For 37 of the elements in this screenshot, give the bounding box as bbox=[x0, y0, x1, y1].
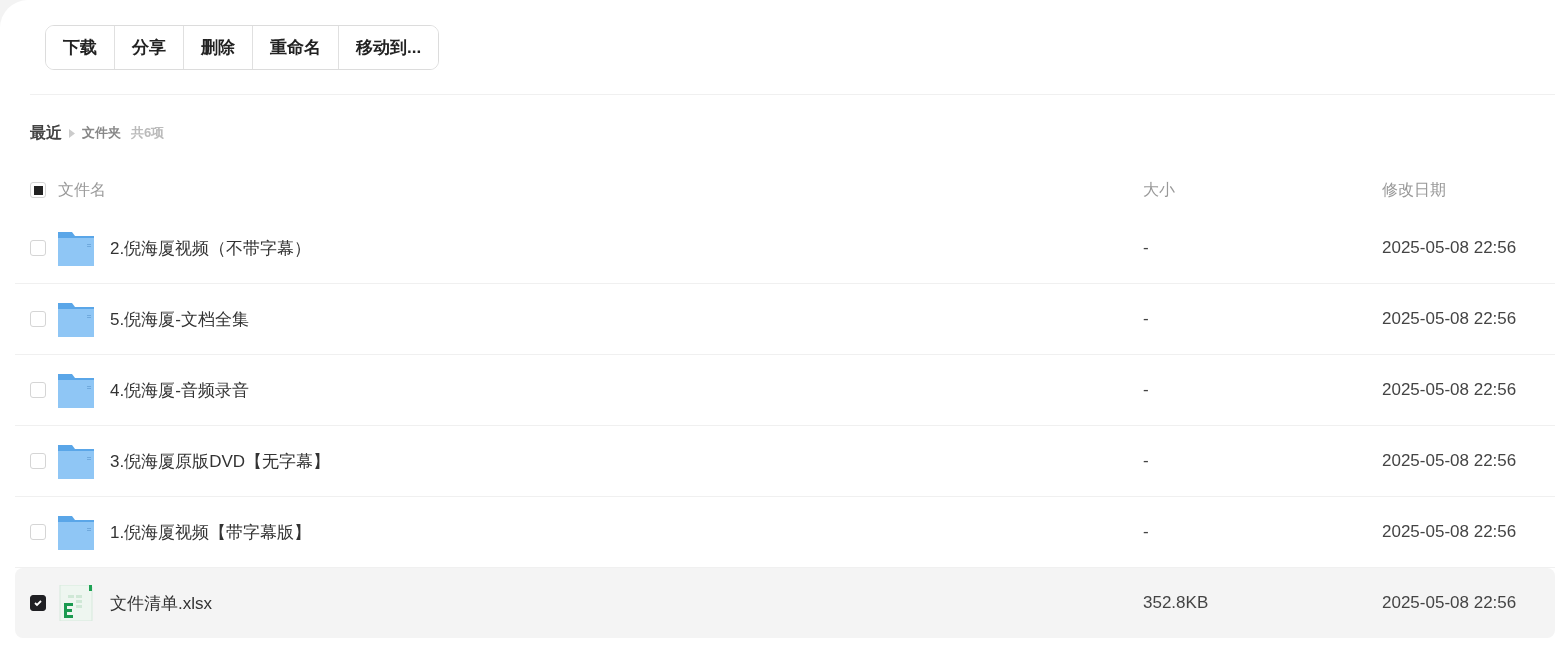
file-size: 352.8KB bbox=[1143, 593, 1210, 613]
file-row[interactable]: 5.倪海厦-文档全集 - 2025-05-08 22:56 bbox=[15, 284, 1555, 355]
file-name[interactable]: 1.倪海厦视频【带字幕版】 bbox=[110, 520, 1143, 544]
modified-date: 2025-05-08 22:56 bbox=[1382, 238, 1518, 258]
modified-date: 2025-05-08 22:56 bbox=[1382, 522, 1518, 542]
file-size: - bbox=[1143, 238, 1150, 258]
folder-icon bbox=[58, 443, 94, 479]
file-name[interactable]: 5.倪海厦-文档全集 bbox=[110, 307, 1143, 331]
folder-icon bbox=[58, 301, 94, 337]
item-count: 共6项 bbox=[131, 124, 165, 142]
row-checkbox[interactable] bbox=[30, 595, 46, 611]
spreadsheet-icon bbox=[58, 585, 94, 621]
file-row[interactable]: 2.倪海厦视频（不带字幕） - 2025-05-08 22:56 bbox=[15, 213, 1555, 284]
check-icon bbox=[33, 598, 43, 608]
folder-icon bbox=[58, 372, 94, 408]
file-size: - bbox=[1143, 309, 1150, 329]
file-name[interactable]: 4.倪海厦-音频录音 bbox=[110, 378, 1143, 402]
breadcrumb-current: 文件夹 bbox=[82, 124, 121, 142]
breadcrumb-link[interactable]: 最近 bbox=[30, 122, 62, 144]
chevron-icon bbox=[68, 128, 76, 138]
folder-icon bbox=[58, 230, 94, 266]
file-name[interactable]: 2.倪海厦视频（不带字幕） bbox=[110, 236, 1143, 260]
select-all-checkbox[interactable] bbox=[30, 182, 46, 198]
modified-date: 2025-05-08 22:56 bbox=[1382, 309, 1518, 329]
file-size: - bbox=[1143, 522, 1150, 542]
file-row[interactable]: 文件清单.xlsx 352.8KB 2025-05-08 22:56 bbox=[15, 568, 1555, 638]
file-name[interactable]: 3.倪海厦原版DVD【无字幕】 bbox=[110, 449, 1143, 473]
toolbar-button[interactable]: 下载 bbox=[46, 26, 115, 69]
modified-date: 2025-05-08 22:56 bbox=[1382, 593, 1518, 613]
file-size: - bbox=[1143, 380, 1150, 400]
modified-date: 2025-05-08 22:56 bbox=[1382, 451, 1518, 471]
file-row[interactable]: 3.倪海厦原版DVD【无字幕】 - 2025-05-08 22:56 bbox=[15, 426, 1555, 497]
file-name[interactable]: 文件清单.xlsx bbox=[110, 591, 1143, 615]
file-size: - bbox=[1143, 451, 1150, 471]
file-row[interactable]: 4.倪海厦-音频录音 - 2025-05-08 22:56 bbox=[15, 355, 1555, 426]
modified-date: 2025-05-08 22:56 bbox=[1382, 380, 1518, 400]
folder-icon bbox=[58, 514, 94, 550]
